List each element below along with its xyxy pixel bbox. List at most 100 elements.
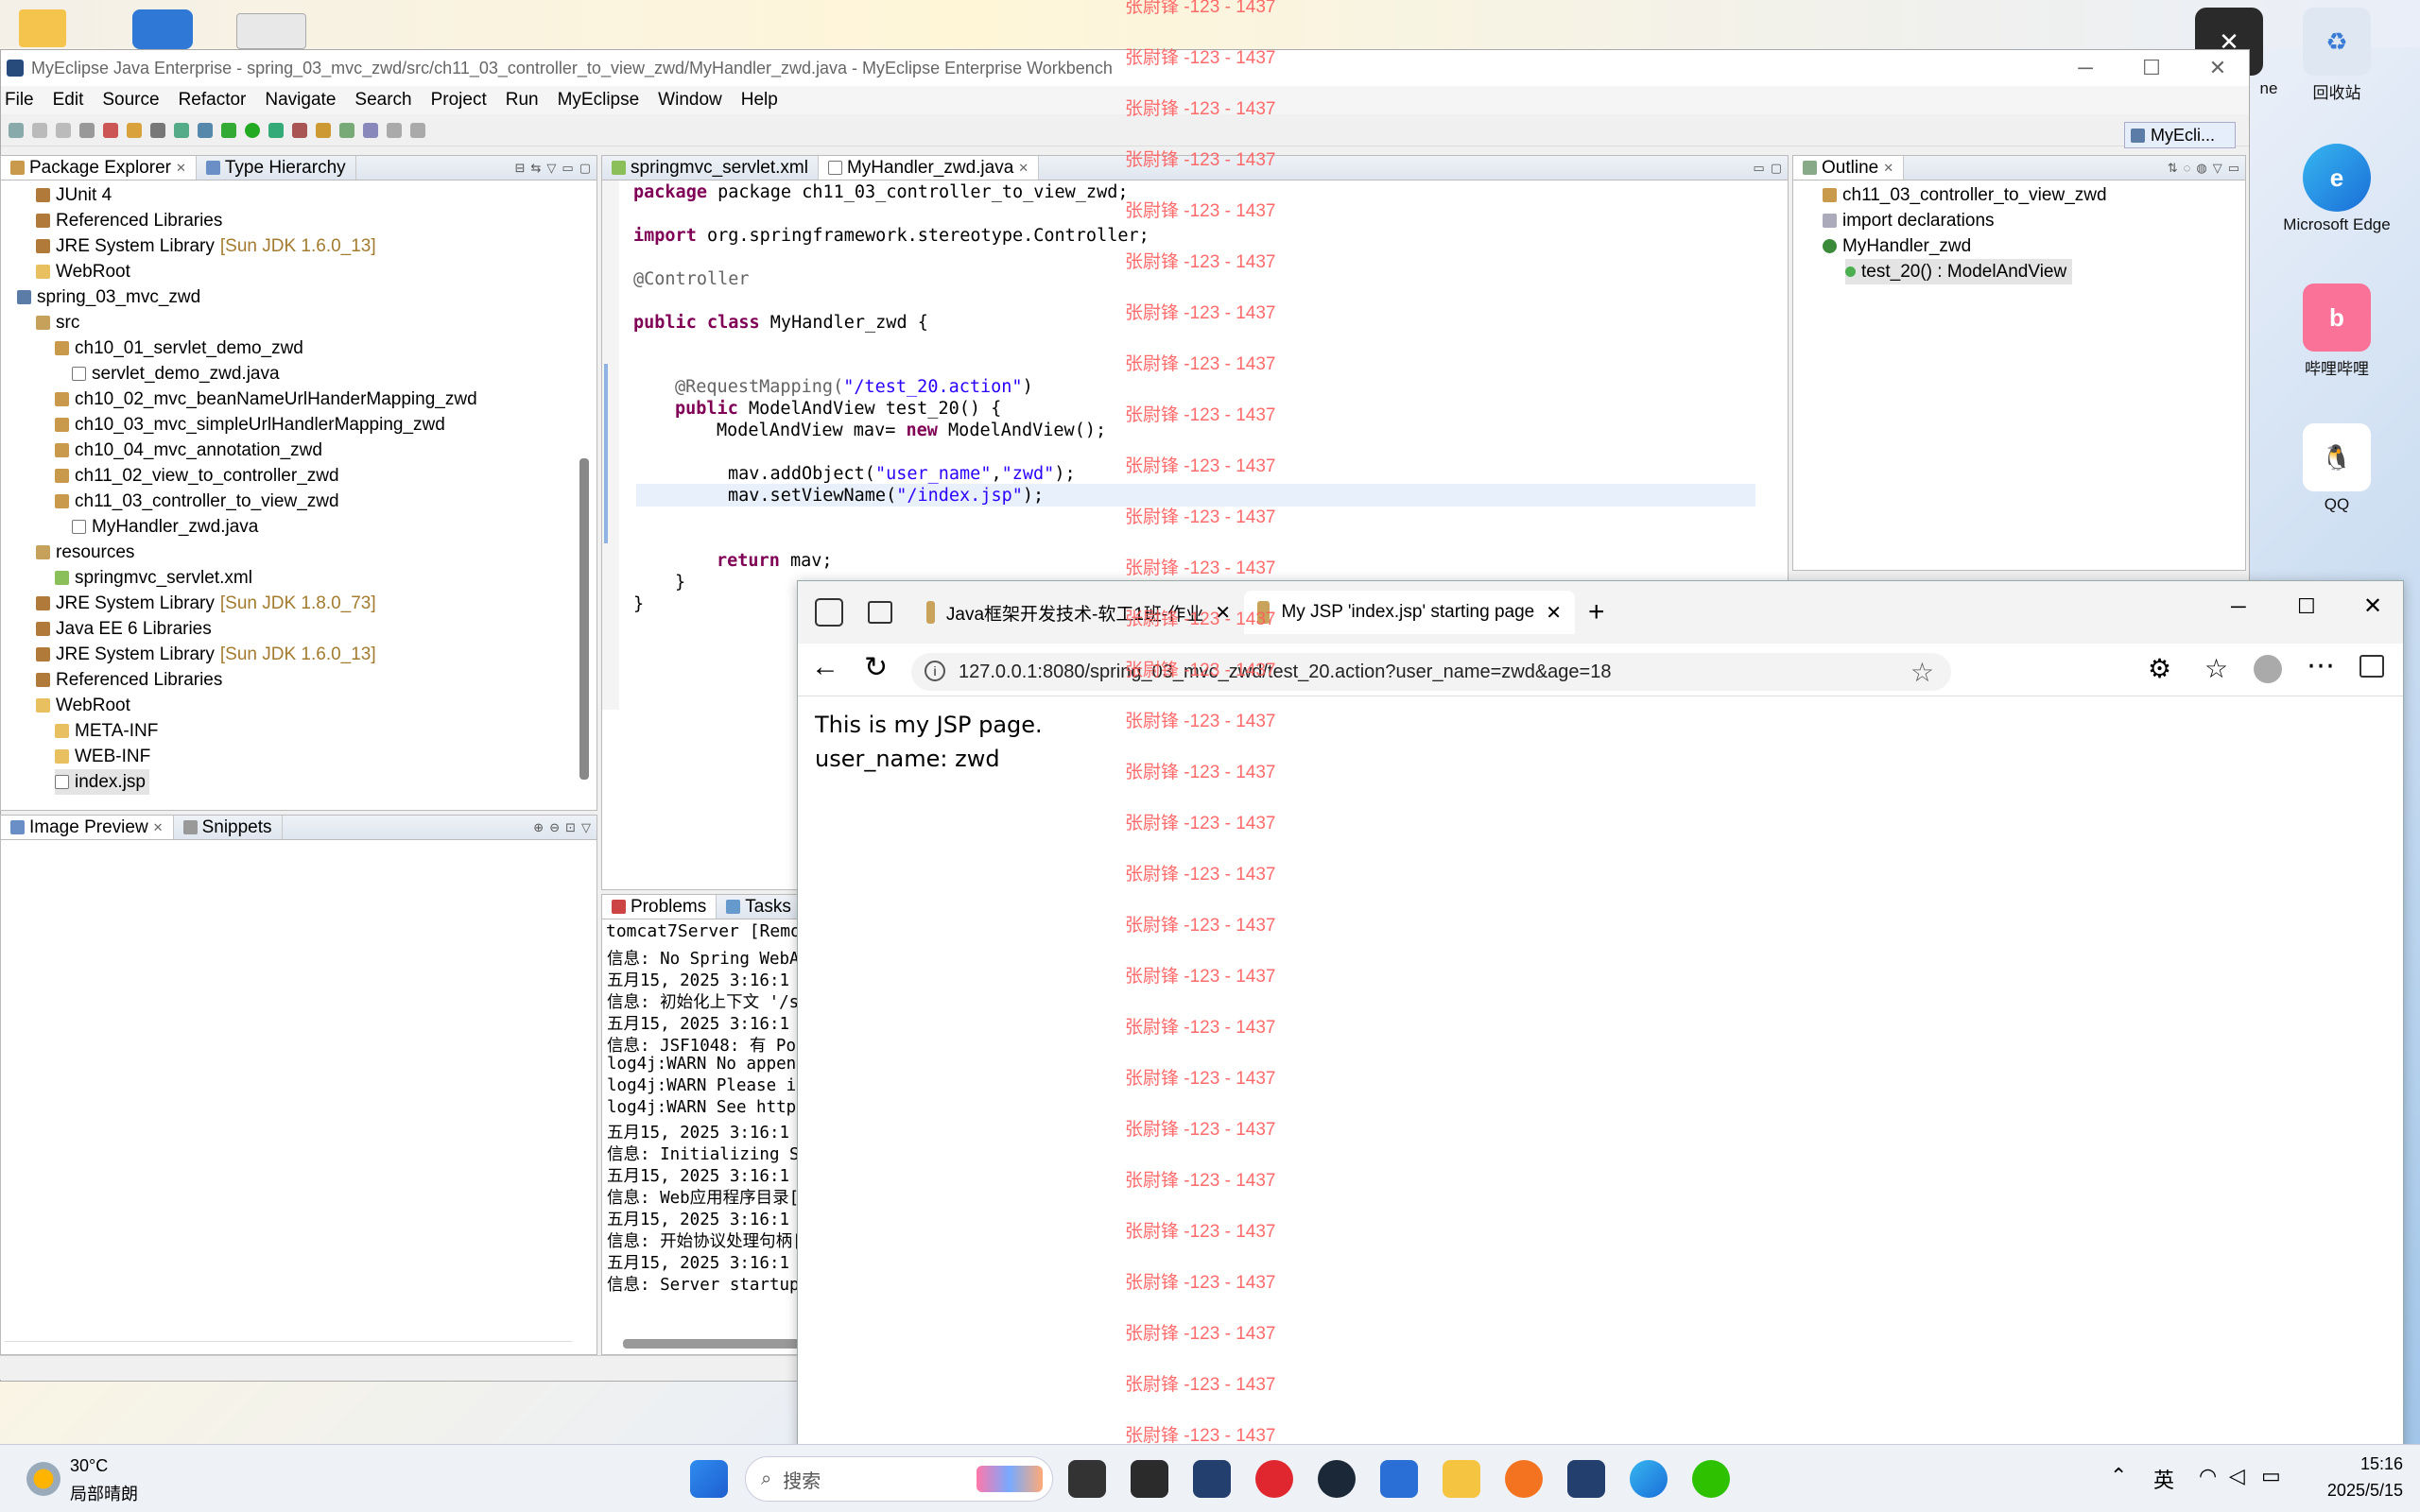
menu-search[interactable]: Search bbox=[351, 90, 423, 111]
close-button[interactable]: ✕ bbox=[2185, 50, 2251, 86]
close-button[interactable]: ✕ bbox=[2363, 593, 2382, 620]
menu-source[interactable]: Source bbox=[98, 90, 170, 111]
tree-item[interactable]: spring_03_mvc_zwd bbox=[17, 284, 200, 310]
run-icon[interactable] bbox=[245, 122, 260, 138]
menu-edit[interactable]: Edit bbox=[49, 90, 95, 111]
tree-item[interactable]: JRE System Library [Sun JDK 1.6.0_13] bbox=[36, 642, 376, 667]
sidebar-icon[interactable] bbox=[2360, 655, 2384, 678]
extensions-icon[interactable]: ⚙ bbox=[2148, 653, 2171, 684]
tree-item[interactable]: ch10_03_mvc_simpleUrlHandlerMapping_zwd bbox=[55, 412, 445, 438]
close-icon[interactable]: ✕ bbox=[1883, 161, 1893, 176]
back-icon[interactable]: ← bbox=[811, 651, 839, 683]
tree-item[interactable]: WEB-INF bbox=[55, 744, 150, 769]
taskbar-search[interactable]: ⌕ 搜索 bbox=[745, 1456, 1053, 1502]
open-type-icon[interactable] bbox=[316, 122, 331, 138]
maximize-view-icon[interactable]: ▢ bbox=[579, 161, 591, 176]
tree-item[interactable]: servlet_demo_zwd.java bbox=[72, 361, 280, 387]
debug-icon[interactable] bbox=[221, 122, 236, 138]
tree-item[interactable]: ch10_04_mvc_annotation_zwd bbox=[55, 438, 322, 463]
tree-item[interactable]: JUnit 4 bbox=[36, 182, 112, 208]
external-tools-icon[interactable] bbox=[292, 122, 307, 138]
close-icon[interactable]: ✕ bbox=[153, 820, 164, 835]
code-line[interactable]: ModelAndView mav= new ModelAndView(); bbox=[717, 421, 1106, 442]
perspective-switcher[interactable]: MyEcli... bbox=[2124, 122, 2236, 148]
menu-myeclipse[interactable]: MyEclipse bbox=[554, 90, 651, 111]
zoom-out-icon[interactable]: ⊖ bbox=[549, 820, 560, 835]
save-all-icon[interactable] bbox=[56, 122, 71, 138]
tree-item[interactable]: WebRoot bbox=[36, 259, 130, 284]
link-editor-icon[interactable]: ⇆ bbox=[531, 161, 542, 176]
minimize-view-icon[interactable]: ▭ bbox=[1753, 161, 1764, 176]
tree-item[interactable]: ch11_03_controller_to_view_zwd bbox=[55, 489, 339, 514]
refresh-icon[interactable]: ↻ bbox=[864, 651, 888, 684]
close-icon[interactable]: ✕ bbox=[176, 161, 186, 176]
qq-desktop-icon[interactable]: 🐧 bbox=[2303, 423, 2371, 491]
back-icon[interactable] bbox=[387, 122, 402, 138]
code-line[interactable]: public ModelAndView test_20() { bbox=[675, 399, 1001, 421]
tab-package-explorer[interactable]: Package Explorer ✕ bbox=[1, 156, 197, 180]
server-icon[interactable] bbox=[127, 122, 142, 138]
clock-time[interactable]: 15:16 bbox=[2335, 1454, 2403, 1474]
clock-date[interactable]: 2025/5/15 bbox=[2307, 1481, 2403, 1501]
more-icon[interactable]: ⋯ bbox=[2307, 649, 2335, 682]
tab-myhandler-java[interactable]: MyHandler_zwd.java ✕ bbox=[818, 156, 1040, 180]
code-line[interactable]: package package ch11_03_controller_to_vi… bbox=[633, 182, 1129, 204]
tree-item[interactable]: JRE System Library [Sun JDK 1.8.0_73] bbox=[36, 591, 376, 616]
web-icon[interactable] bbox=[174, 122, 189, 138]
weather-temp[interactable]: 30°C bbox=[70, 1456, 108, 1476]
explorer-scrollbar[interactable] bbox=[579, 458, 589, 780]
maximize-button[interactable]: ☐ bbox=[2118, 50, 2185, 86]
code-line[interactable]: @Controller bbox=[633, 269, 750, 291]
task-view-icon[interactable] bbox=[1068, 1460, 1106, 1498]
tree-item[interactable]: src bbox=[36, 310, 79, 335]
outline-item[interactable]: ch11_03_controller_to_view_zwd bbox=[1823, 182, 2107, 208]
menu-window[interactable]: Window bbox=[654, 90, 734, 111]
tab-image-preview[interactable]: Image Preview ✕ bbox=[1, 816, 174, 839]
maximize-view-icon[interactable]: ▢ bbox=[1771, 161, 1782, 176]
start-windows-icon[interactable] bbox=[690, 1460, 728, 1498]
favorite-star-icon[interactable]: ☆ bbox=[1910, 657, 1934, 688]
code-line[interactable]: import org.springframework.stereotype.Co… bbox=[633, 226, 1150, 248]
photos-desktop-icon[interactable] bbox=[132, 9, 193, 49]
store-icon[interactable] bbox=[1380, 1460, 1418, 1498]
steam-icon[interactable] bbox=[1318, 1460, 1356, 1498]
view-menu-icon[interactable]: ▽ bbox=[581, 820, 591, 835]
site-info-icon[interactable]: i bbox=[925, 661, 945, 681]
collapse-all-icon[interactable]: ⊟ bbox=[515, 161, 526, 176]
fit-icon[interactable]: ⊡ bbox=[565, 820, 576, 835]
postman-icon[interactable] bbox=[1505, 1460, 1543, 1498]
forward-icon[interactable] bbox=[410, 122, 425, 138]
hide-static-icon[interactable]: ◍ bbox=[2196, 161, 2206, 176]
code-line[interactable]: } bbox=[675, 573, 685, 594]
tree-item[interactable]: ch10_01_servlet_demo_zwd bbox=[55, 335, 303, 361]
hide-fields-icon[interactable]: ◌ bbox=[2184, 161, 2191, 175]
new-tab-button[interactable]: + bbox=[1588, 596, 1605, 628]
save-icon[interactable] bbox=[32, 122, 47, 138]
new-icon[interactable] bbox=[9, 122, 24, 138]
tab-outline[interactable]: Outline ✕ bbox=[1793, 156, 1905, 180]
favorites-icon[interactable]: ☆ bbox=[2204, 653, 2228, 684]
tree-item[interactable]: Referenced Libraries bbox=[36, 208, 222, 233]
tab-problems[interactable]: Problems bbox=[602, 895, 717, 919]
tree-item[interactable]: Referenced Libraries bbox=[36, 667, 222, 693]
workspaces-icon[interactable] bbox=[815, 598, 843, 627]
tab-springmvc-servlet-xml[interactable]: springmvc_servlet.xml bbox=[602, 156, 819, 180]
menu-refactor[interactable]: Refactor bbox=[175, 90, 258, 111]
minimize-view-icon[interactable]: ▭ bbox=[2228, 161, 2239, 176]
view-menu-icon[interactable]: ▽ bbox=[546, 161, 556, 176]
tree-item[interactable]: resources bbox=[36, 540, 134, 565]
search-toolbar-icon[interactable] bbox=[339, 122, 354, 138]
code-line[interactable]: mav.setViewName("/index.jsp"); bbox=[728, 486, 1044, 507]
app-icon[interactable] bbox=[1131, 1460, 1168, 1498]
outline-item[interactable]: import declarations bbox=[1823, 208, 1995, 233]
tree-item[interactable]: JRE System Library [Sun JDK 1.6.0_13] bbox=[36, 233, 376, 259]
browser-tab-index-jsp[interactable]: My JSP 'index.jsp' starting page ✕ bbox=[1244, 591, 1575, 634]
edge-desktop-icon[interactable]: e bbox=[2303, 144, 2371, 212]
bilibili-desktop-icon[interactable]: b bbox=[2303, 284, 2371, 352]
outline-item[interactable]: MyHandler_zwd bbox=[1823, 233, 1971, 259]
file-explorer-icon[interactable] bbox=[1443, 1460, 1480, 1498]
print-icon[interactable] bbox=[79, 122, 95, 138]
tree-item[interactable]: META-INF bbox=[55, 718, 158, 744]
netease-music-icon[interactable] bbox=[1255, 1460, 1293, 1498]
minimize-button[interactable]: ─ bbox=[2052, 50, 2118, 86]
